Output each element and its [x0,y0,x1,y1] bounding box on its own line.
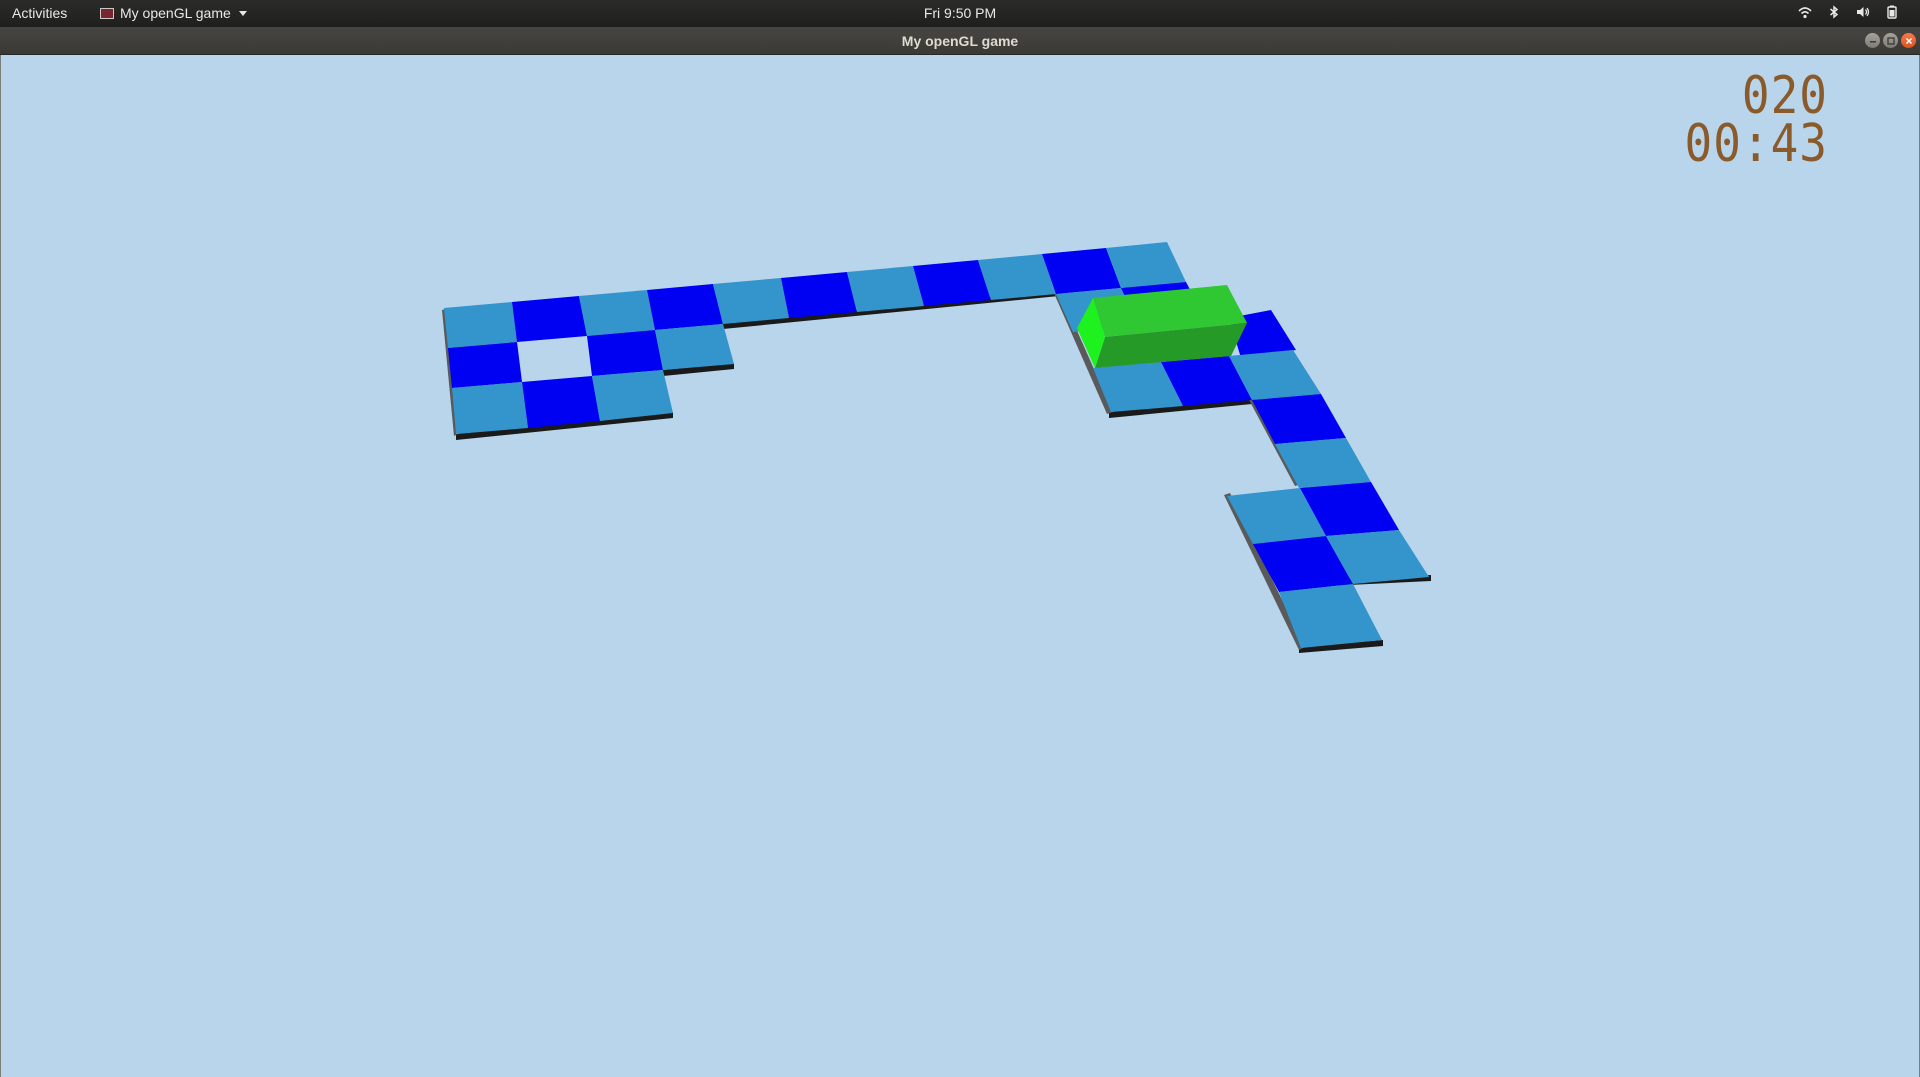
maximize-icon [1886,36,1895,45]
system-top-bar: Activities My openGL game Fri 9:50 PM [0,0,1920,27]
bluetooth-icon[interactable] [1826,4,1842,20]
player-block [1077,285,1247,368]
game-board [442,242,1431,653]
floor-tile [655,324,734,370]
floor-tile [452,382,528,434]
timer-display: 00:43 [1684,112,1828,174]
floor-tile [592,370,673,421]
maximize-button[interactable] [1883,33,1898,48]
floor-tile [1252,394,1346,444]
close-icon [1905,37,1912,44]
floor-tile [978,254,1056,300]
battery-icon[interactable] [1884,4,1900,20]
volume-icon[interactable] [1855,4,1871,20]
clock[interactable]: Fri 9:50 PM [924,5,996,21]
floor-tile [512,296,587,342]
wifi-icon[interactable] [1797,4,1813,20]
floor-tile [579,290,655,336]
floor-tile [587,330,663,376]
floor-tile [847,266,924,312]
minimize-icon [1869,40,1876,42]
game-scene [442,242,1431,653]
minimize-button[interactable] [1865,33,1880,48]
clock-container: Fri 9:50 PM [0,5,1920,21]
floor-tile [647,284,723,330]
game-viewport[interactable]: 020 00:43 [0,55,1920,1077]
floor-tile [1275,438,1371,488]
floor-tile [522,376,600,428]
floor-tile [781,272,857,318]
window-controls [1865,33,1916,48]
close-button[interactable] [1901,33,1916,48]
system-tray[interactable] [1797,4,1900,20]
floor-tile [444,302,517,348]
floor-tile [713,278,789,324]
window-title: My openGL game [901,33,1019,49]
floor-tile [448,342,522,388]
floor-tile [913,260,991,306]
window-title-bar[interactable]: My openGL game [0,27,1920,55]
